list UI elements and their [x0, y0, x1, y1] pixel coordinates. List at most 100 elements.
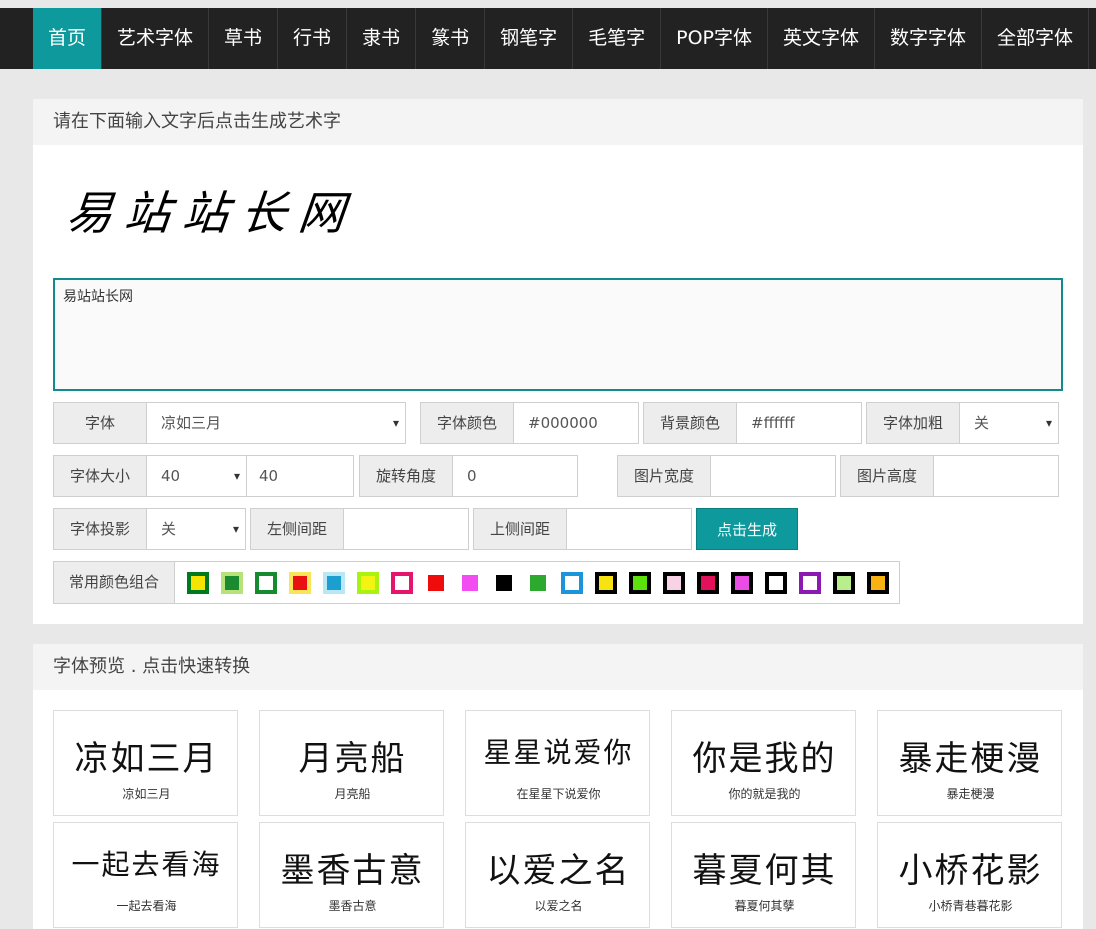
font-card[interactable]: 你是我的你的就是我的	[671, 710, 856, 816]
nav-item[interactable]: 英文字体	[768, 8, 876, 69]
nav-bar: 首页 艺术字体 草书 行书 隶书 篆书 钢笔字 毛笔字 POP字体 英文字体 数字字体 全部字体	[0, 8, 1096, 69]
font-select-field[interactable]: 字体 凉如三月	[53, 402, 406, 444]
width-label: 图片宽度	[618, 456, 711, 496]
shadow-select[interactable]: 关	[147, 509, 245, 549]
color-swatch[interactable]	[221, 571, 243, 594]
nav-item[interactable]: 首页	[33, 8, 103, 69]
bg-color-input[interactable]: #ffffff	[737, 403, 861, 443]
color-swatch[interactable]	[561, 571, 583, 594]
top-spacing-label: 上侧间距	[474, 509, 567, 549]
generate-button[interactable]: 点击生成	[696, 508, 798, 550]
color-swatch[interactable]	[530, 574, 546, 591]
generator-panel: 请在下面输入文字后点击生成艺术字 易站站长网 字体 凉如三月 字体颜色 #000…	[33, 99, 1083, 624]
font-card-name: 你的就是我的	[728, 787, 801, 801]
font-card-art: 月亮船	[298, 739, 407, 779]
font-card[interactable]: 星星说爱你 在星星下说爱你	[465, 710, 650, 816]
bold-label: 字体加粗	[867, 403, 960, 443]
font-card-art: 以爱之名	[486, 851, 631, 891]
font-card[interactable]: 凉如三月 凉如三月	[53, 710, 238, 816]
color-swatch[interactable]	[357, 571, 379, 594]
nav-item[interactable]: POP字体	[661, 8, 768, 69]
bold-select[interactable]: 关	[960, 403, 1058, 443]
font-card[interactable]: 暴走梗漫 暴走梗漫	[877, 710, 1062, 816]
rotate-field[interactable]: 旋转角度 0	[359, 455, 578, 497]
color-swatch[interactable]	[323, 571, 345, 594]
color-swatch[interactable]	[663, 571, 685, 594]
size-input[interactable]: 40	[247, 456, 353, 496]
font-card-art: 你是我的	[692, 739, 837, 779]
shadow-field[interactable]: 字体投影 关	[53, 508, 246, 550]
color-swatch[interactable]	[391, 571, 413, 594]
generator-heading: 请在下面输入文字后点击生成艺术字	[33, 99, 1083, 145]
font-preview-heading: 字体预览 . 点击快速转换	[33, 644, 1083, 690]
size-field[interactable]: 字体大小 40 40	[53, 455, 354, 497]
color-swatch[interactable]	[255, 571, 277, 594]
font-card-art: 一起去看海	[71, 848, 222, 881]
color-swatch[interactable]	[496, 574, 512, 591]
color-swatch[interactable]	[799, 571, 821, 594]
art-preview: 易站站长网	[63, 186, 360, 240]
color-swatch[interactable]	[867, 571, 889, 594]
font-card-name: 墨香古意	[328, 899, 377, 913]
nav-item[interactable]: 艺术字体	[102, 8, 210, 69]
nav-item[interactable]: 隶书	[347, 8, 417, 69]
bg-color-field[interactable]: 背景颜色 #ffffff	[643, 402, 862, 444]
top-spacing-input[interactable]	[567, 509, 691, 549]
color-combos: 常用颜色组合	[53, 561, 900, 604]
font-card-name: 暮夏何其孽	[734, 899, 795, 913]
left-spacing-input[interactable]	[344, 509, 468, 549]
left-spacing-field[interactable]: 左侧间距	[250, 508, 469, 550]
rotate-input[interactable]: 0	[453, 456, 577, 496]
font-card-name: 暴走梗漫	[946, 787, 995, 801]
font-card[interactable]: 以爱之名 以爱之名	[465, 822, 650, 928]
color-swatch[interactable]	[731, 571, 753, 594]
font-card-name: 凉如三月	[122, 787, 171, 801]
font-card[interactable]: 小桥花影 小桥青巷暮花影	[877, 822, 1062, 928]
font-card[interactable]: 一起去看海 一起去看海	[53, 822, 238, 928]
font-label: 字体	[54, 403, 147, 443]
left-spacing-label: 左侧间距	[251, 509, 344, 549]
width-field[interactable]: 图片宽度	[617, 455, 836, 497]
top-spacing-field[interactable]: 上侧间距	[473, 508, 692, 550]
font-card[interactable]: 月亮船 月亮船	[259, 710, 444, 816]
color-swatch[interactable]	[462, 574, 478, 591]
size-select[interactable]: 40	[147, 456, 247, 496]
nav-item[interactable]: 数字字体	[875, 8, 983, 69]
nav-item[interactable]: 毛笔字	[573, 8, 662, 69]
nav-list: 首页 艺术字体 草书 行书 隶书 篆书 钢笔字 毛笔字 POP字体 英文字体 数字字体 全部字体	[33, 8, 1090, 69]
font-color-label: 字体颜色	[421, 403, 514, 443]
font-card[interactable]: 墨香古意 墨香古意	[259, 822, 444, 928]
height-label: 图片高度	[841, 456, 934, 496]
color-swatch[interactable]	[833, 571, 855, 594]
nav-item[interactable]: 篆书	[416, 8, 486, 69]
color-swatch[interactable]	[187, 571, 209, 594]
nav-item[interactable]: 行书	[278, 8, 348, 69]
text-input[interactable]	[53, 278, 1063, 391]
font-card-name: 以爱之名	[534, 899, 583, 913]
font-card-art: 凉如三月	[74, 739, 219, 779]
color-swatch[interactable]	[629, 571, 651, 594]
font-select[interactable]: 凉如三月	[147, 403, 405, 443]
color-swatch[interactable]	[289, 571, 311, 594]
color-swatch[interactable]	[595, 571, 617, 594]
bold-field[interactable]: 字体加粗 关	[866, 402, 1059, 444]
height-field[interactable]: 图片高度	[840, 455, 1059, 497]
font-color-field[interactable]: 字体颜色 #000000	[420, 402, 639, 444]
color-combo-label: 常用颜色组合	[54, 562, 174, 603]
height-input[interactable]	[934, 456, 1058, 496]
color-swatch[interactable]	[428, 574, 444, 591]
font-card-art: 墨香古意	[280, 851, 425, 891]
nav-item[interactable]: 钢笔字	[485, 8, 574, 69]
rotate-label: 旋转角度	[360, 456, 453, 496]
nav-item[interactable]: 草书	[209, 8, 279, 69]
font-preview-panel: 字体预览 . 点击快速转换 凉如三月 凉如三月 月亮船 月亮船 星星说爱你 在星星下说爱你…	[33, 644, 1083, 929]
font-color-input[interactable]: #000000	[514, 403, 638, 443]
color-swatch[interactable]	[697, 571, 719, 594]
font-card-name: 在星星下说爱你	[516, 787, 601, 801]
nav-item[interactable]: 全部字体	[982, 8, 1090, 69]
width-input[interactable]	[711, 456, 835, 496]
font-card-art: 暮夏何其	[692, 851, 837, 891]
color-swatch[interactable]	[765, 571, 787, 594]
font-card[interactable]: 暮夏何其 暮夏何其孽	[671, 822, 856, 928]
size-label: 字体大小	[54, 456, 147, 496]
